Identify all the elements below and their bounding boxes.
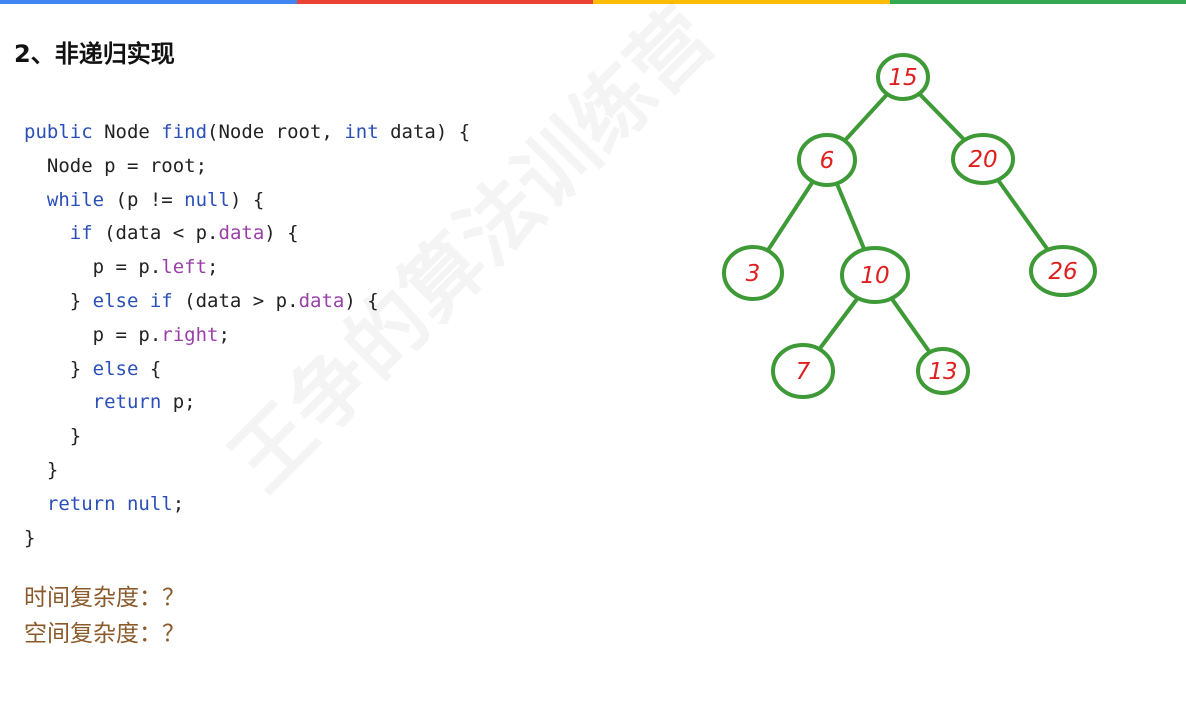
tree-node: 7	[771, 343, 835, 399]
tree-node-label: 13	[928, 359, 957, 385]
tree-node-label: 10	[860, 263, 889, 289]
tree-node-label: 3	[746, 261, 761, 287]
tree-node: 26	[1029, 245, 1097, 297]
tree-node: 3	[722, 245, 784, 301]
tree-node-label: 6	[820, 148, 835, 174]
tree-node: 15	[876, 53, 930, 101]
tree-node: 13	[916, 347, 970, 395]
tree-node-label: 15	[888, 65, 917, 91]
tree-node: 6	[797, 133, 857, 187]
tree-node-label: 7	[796, 359, 811, 385]
binary-search-tree-diagram: 15 6 20 3 10 26 7 13	[722, 53, 1097, 399]
tree-node: 20	[951, 133, 1015, 185]
tree-node: 10	[840, 246, 910, 304]
tree-node-label: 26	[1048, 259, 1077, 285]
tree-node-label: 20	[968, 147, 997, 173]
